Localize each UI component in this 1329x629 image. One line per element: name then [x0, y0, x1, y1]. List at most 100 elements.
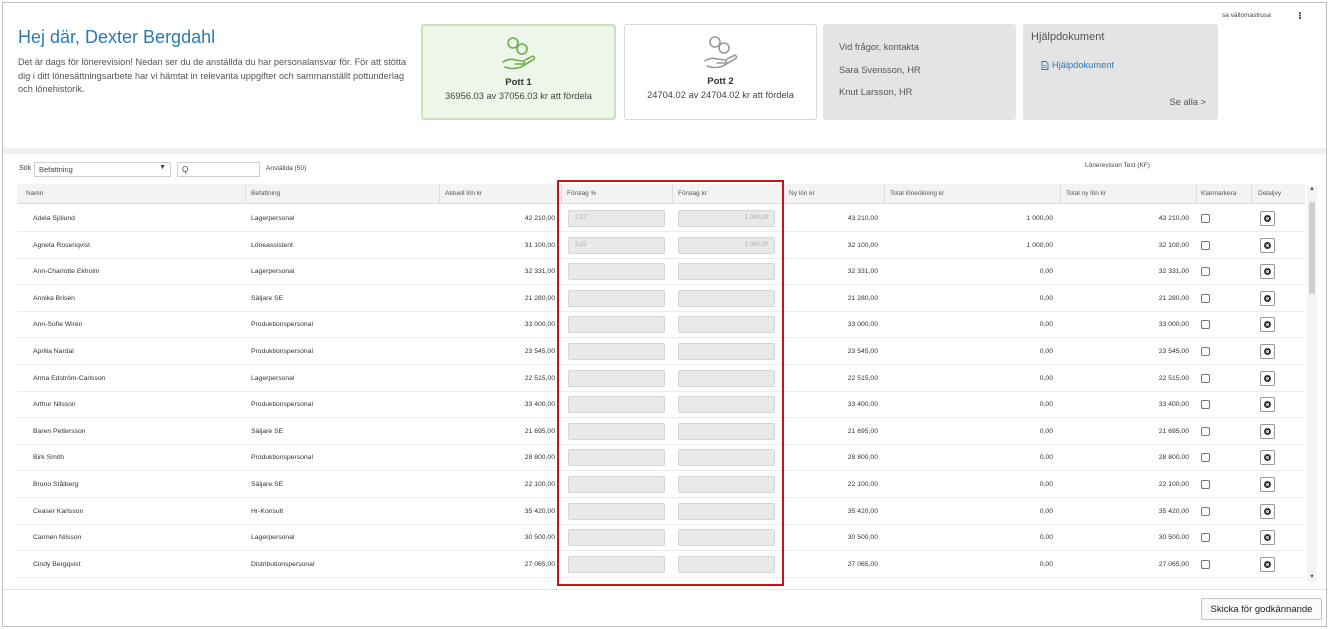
employee-name: Agneta Rosenqvist [33, 241, 91, 249]
mark-done-checkbox[interactable] [1201, 347, 1210, 356]
detail-view-button[interactable] [1260, 503, 1275, 519]
proposal-kr-input[interactable] [678, 343, 775, 360]
table-row: Arma Edström-Carlsson Lagerpersonal 22 515… [17, 365, 1305, 392]
scroll-thumb[interactable] [1309, 202, 1315, 294]
submit-for-approval-button[interactable]: Skicka för godkännande [1201, 598, 1322, 620]
proposal-kr-input[interactable] [678, 316, 775, 334]
proposal-pct-input[interactable] [568, 396, 665, 414]
mark-done-checkbox[interactable] [1201, 267, 1210, 277]
proposal-pct-input[interactable] [568, 422, 665, 440]
scroll-up-icon[interactable]: ▲ [1309, 186, 1315, 192]
kebab-menu-icon[interactable]: ⁝ [1298, 11, 1302, 22]
pot-card-1[interactable]: Pott 1 36956.03 av 37056.03 kr att förde… [421, 24, 616, 120]
header-proposal-kr[interactable]: Förslag kr [678, 190, 707, 197]
employee-count: Anställda (50) [266, 165, 307, 172]
proposal-pct-input[interactable] [568, 289, 665, 307]
table-row: Baren Pettersson Säljare SE 21 695,00 21 69… [17, 418, 1305, 445]
detail-view-button[interactable] [1260, 211, 1275, 226]
current-salary: 27 065,00 [524, 560, 555, 568]
column-divider [783, 184, 784, 204]
proposal-kr-input[interactable] [678, 502, 775, 520]
proposal-kr-input[interactable] [678, 263, 775, 281]
proposal-pct-input[interactable] [568, 476, 665, 493]
employee-name: Birk Smith [33, 454, 64, 462]
mark-done-checkbox[interactable] [1201, 533, 1210, 543]
proposal-pct-input[interactable]: 2,37 [568, 210, 665, 227]
proposal-kr-input[interactable] [678, 396, 775, 414]
eye-icon [1264, 374, 1271, 382]
mark-done-checkbox[interactable] [1201, 373, 1210, 383]
header-proposal-pct[interactable]: Förslag % [567, 190, 596, 197]
column-divider [245, 184, 246, 204]
detail-view-button[interactable] [1260, 477, 1275, 492]
current-salary: 35 420,00 [524, 507, 555, 515]
proposal-pct-input[interactable] [568, 555, 665, 573]
detail-view-button[interactable] [1260, 397, 1275, 413]
header-current-salary[interactable]: Aktuell lön kr [445, 190, 482, 197]
detail-view-button[interactable] [1260, 290, 1275, 306]
proposal-kr-input[interactable]: 1 000,00 [678, 210, 775, 227]
header-mark-done[interactable]: Klarmarkera [1201, 190, 1236, 197]
mark-done-checkbox[interactable] [1201, 214, 1210, 223]
proposal-pct-input[interactable] [568, 449, 665, 467]
detail-view-button[interactable] [1260, 237, 1275, 253]
proposal-kr-input[interactable]: 1 000,00 [678, 236, 775, 254]
proposal-kr-input[interactable] [678, 369, 775, 387]
table-scrollbar[interactable]: ▲ ▼ [1307, 186, 1317, 582]
mark-done-checkbox[interactable] [1201, 426, 1210, 436]
see-all-link[interactable]: Se alla > [1170, 97, 1206, 107]
mark-done-checkbox[interactable] [1201, 293, 1210, 303]
proposal-pct-input[interactable] [568, 369, 665, 387]
header-new-salary[interactable]: Ny lön kr [789, 190, 815, 197]
proposal-pct-input[interactable] [568, 316, 665, 334]
detail-view-button[interactable] [1260, 450, 1275, 466]
mark-done-checkbox[interactable] [1201, 480, 1210, 489]
proposal-kr-input[interactable] [678, 422, 775, 440]
header-detail[interactable]: Detaljvy [1258, 190, 1281, 197]
employee-name: Ceaser Karlsson [33, 507, 84, 515]
detail-view-button[interactable] [1260, 264, 1275, 280]
detail-view-button[interactable] [1260, 370, 1275, 386]
current-salary: 22 515,00 [524, 374, 555, 382]
mark-done-checkbox[interactable] [1201, 453, 1210, 463]
proposal-pct-input[interactable] [568, 263, 665, 281]
mark-done-checkbox[interactable] [1201, 506, 1210, 516]
mark-done-checkbox[interactable] [1201, 320, 1210, 330]
employee-name: Annika Brisén [33, 294, 75, 302]
contact-title: Vid frågor, kontakta [839, 42, 919, 52]
detail-view-button[interactable] [1260, 317, 1275, 333]
mark-done-checkbox[interactable] [1201, 559, 1210, 569]
mark-done-checkbox[interactable] [1201, 400, 1210, 410]
table-header: Namn Befattning Aktuell lön kr Förslag %… [17, 184, 1305, 204]
proposal-kr-input[interactable] [678, 529, 775, 547]
proposal-kr-input[interactable] [678, 289, 775, 307]
detail-view-button[interactable] [1260, 556, 1275, 572]
header-name[interactable]: Namn [26, 190, 43, 197]
proposal-pct-input[interactable]: 3,22 [568, 236, 665, 254]
employee-name: Arma Edström-Carlsson [33, 374, 106, 382]
select-value: Befattning [39, 165, 73, 174]
header-total-new-salary[interactable]: Total ny lön kr [1066, 190, 1106, 197]
proposal-kr-input[interactable] [678, 449, 775, 467]
pot-card-2[interactable]: Pott 2 24704.02 av 24704.02 kr att förde… [624, 24, 817, 120]
proposal-kr-input[interactable] [678, 555, 775, 573]
proposal-pct-input[interactable] [568, 502, 665, 520]
employee-title: Säljare SE [251, 427, 284, 435]
detail-view-button[interactable] [1260, 344, 1275, 359]
mark-done-checkbox[interactable] [1201, 240, 1210, 250]
user-name[interactable]: sa vällomastrusa [1222, 12, 1271, 19]
search-field-select[interactable]: Befattning ▼ [34, 162, 171, 177]
header-total-increase[interactable]: Total löneökning kr [890, 190, 944, 197]
pot-amount: 24704.02 av 24704.02 kr att fördela [647, 90, 794, 100]
detail-view-button[interactable] [1260, 530, 1275, 546]
proposal-pct-input[interactable] [568, 343, 665, 360]
help-document-link[interactable]: Hjälpdokument [1041, 60, 1114, 70]
intro-text: Det är dags för lönerevision! Nedan ser … [18, 57, 407, 94]
current-salary: 33 000,00 [524, 321, 555, 329]
proposal-pct-input[interactable] [568, 529, 665, 547]
proposal-kr-input[interactable] [678, 476, 775, 493]
detail-view-button[interactable] [1260, 423, 1275, 439]
scroll-down-icon[interactable]: ▼ [1309, 574, 1315, 580]
search-input[interactable]: Q [177, 162, 260, 177]
header-title[interactable]: Befattning [251, 190, 280, 197]
